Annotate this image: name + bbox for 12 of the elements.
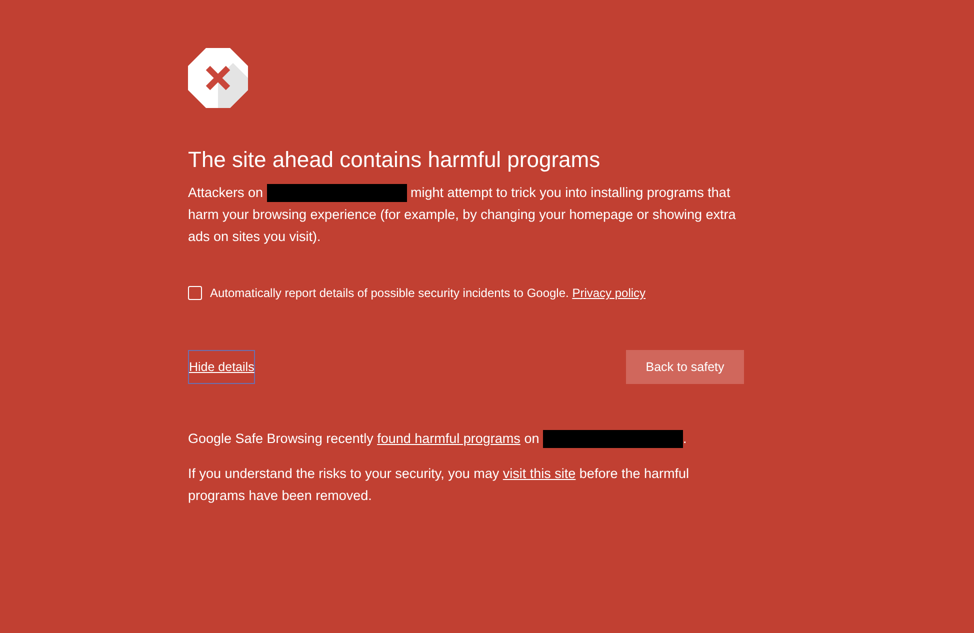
privacy-policy-link[interactable]: Privacy policy [572, 286, 646, 300]
report-label: Automatically report details of possible security incidents to Google. Privacy policy [210, 285, 646, 302]
back-to-safety-button[interactable]: Back to safety [626, 350, 744, 384]
details-paragraph: Google Safe Browsing recently found harmful programs on . [188, 428, 744, 450]
error-icon [188, 48, 248, 108]
details-paragraph: If you understand the risks to your security, you may visit this site before the harmful programs have been removed. [188, 465, 690, 505]
inline-link[interactable]: found harmful programs [377, 431, 520, 446]
page-heading: The site ahead contains harmful programs [188, 146, 602, 174]
inline-link[interactable]: visit this site [502, 466, 576, 481]
hide-details-link[interactable]: Hide details [188, 350, 256, 384]
warning-paragraph: Attackers on might attempt to trick you into installing programs that harm your browsing experience (for example, by changing your homepage or showing extra ads on sites you visit). [188, 183, 737, 246]
report-checkbox[interactable] [188, 286, 202, 300]
